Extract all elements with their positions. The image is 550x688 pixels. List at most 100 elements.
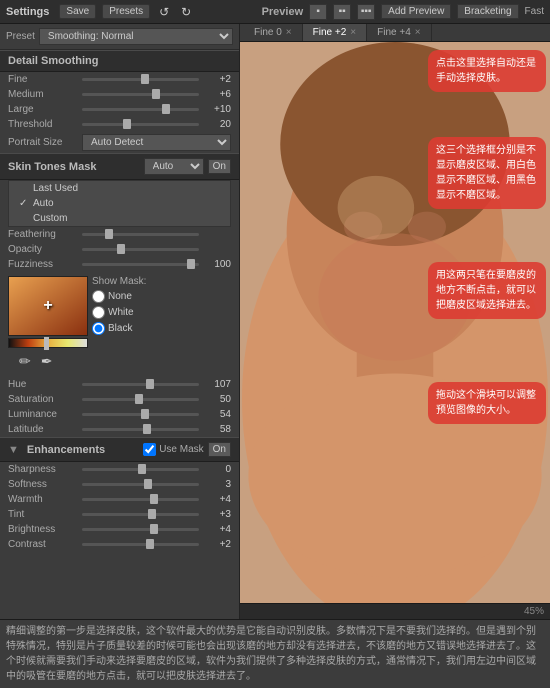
add-preview-button[interactable]: Add Preview [381,4,451,19]
saturation-slider-row: Saturation 50 [0,392,239,407]
save-button[interactable]: Save [59,4,96,19]
luminance-value: 54 [203,409,231,420]
use-mask-checkbox[interactable] [143,443,156,456]
medium-thumb[interactable] [152,89,160,99]
large-thumb[interactable] [162,104,170,114]
single-view-icon[interactable]: ▪ [309,4,327,20]
description-area: 精细调整的第一步是选择皮肤，这个软件最大的优势是它能自动识别皮肤。多数情况下是不… [0,619,550,688]
latitude-thumb[interactable] [143,424,151,434]
softness-value: 3 [203,479,231,490]
mask-none-radio[interactable] [92,290,105,303]
fuzziness-thumb[interactable] [187,259,195,269]
skin-tones-header: Skin Tones Mask Auto On [0,153,239,180]
zoom-bar: 45% [240,603,550,619]
dropdown-last-used[interactable]: Last Used [9,181,230,196]
threshold-slider[interactable] [82,123,199,126]
eyedropper-tool[interactable]: ✏ [16,352,34,371]
opacity-thumb[interactable] [117,244,125,254]
redo-icon[interactable]: ↻ [178,5,194,19]
large-slider[interactable] [82,108,199,111]
dropdown-custom[interactable]: Custom [9,211,230,226]
sharpness-value: 0 [203,464,231,475]
threshold-value: 20 [203,119,231,130]
hue-slider[interactable] [82,383,199,386]
fuzziness-value: 100 [203,259,231,270]
preset-select[interactable]: Smoothing: Normal [39,28,233,45]
color-swatch[interactable]: + [8,276,88,336]
contrast-label: Contrast [8,539,78,550]
dropdown-auto[interactable]: ✓ Auto [9,196,230,211]
mask-white-radio[interactable] [92,306,105,319]
warmth-slider[interactable] [82,498,199,501]
feathering-slider[interactable] [82,233,199,236]
threshold-slider-row: Threshold 20 [0,117,239,132]
mask-black-radio[interactable] [92,322,105,335]
hue-marker[interactable] [44,337,49,350]
tab-close-2[interactable]: × [415,27,421,38]
softness-slider-row: Softness 3 [0,477,239,492]
tint-thumb[interactable] [148,509,156,519]
contrast-thumb[interactable] [146,539,154,549]
tab-fine-0[interactable]: Fine 0 × [244,24,303,41]
fine-thumb[interactable] [141,74,149,84]
hue-gradient[interactable] [8,338,88,348]
skin-tones-select[interactable]: Auto [144,158,204,175]
hue-thumb[interactable] [146,379,154,389]
opacity-slider[interactable] [82,248,199,251]
luminance-slider[interactable] [82,413,199,416]
tab-close-0[interactable]: × [286,27,292,38]
tab-close-1[interactable]: × [350,27,356,38]
preview-toolbar-title: Preview [262,6,304,18]
tools-row: ✏ ✒ [8,350,88,373]
use-mask-label: Use Mask [159,444,203,455]
hue-value: 107 [203,379,231,390]
fuzziness-slider[interactable] [82,263,199,266]
feathering-label: Feathering [8,229,78,240]
feathering-thumb[interactable] [105,229,113,239]
luminance-thumb[interactable] [141,409,149,419]
contrast-slider[interactable] [82,543,199,546]
enhancements-on-button[interactable]: On [208,442,231,457]
undo-icon[interactable]: ↺ [156,5,172,19]
saturation-thumb[interactable] [135,394,143,404]
color-cross-icon: + [43,297,52,315]
fine-label: Fine [8,74,78,85]
latitude-slider[interactable] [82,428,199,431]
split-view-icon[interactable]: ▪▪ [333,4,351,20]
tint-value: +3 [203,509,231,520]
saturation-value: 50 [203,394,231,405]
medium-slider[interactable] [82,93,199,96]
skin-on-button[interactable]: On [208,159,231,174]
tint-slider[interactable] [82,513,199,516]
saturation-label: Saturation [8,394,78,405]
eraser-tool[interactable]: ✒ [38,352,56,371]
softness-thumb[interactable] [144,479,152,489]
opacity-label: Opacity [8,244,78,255]
large-slider-row: Large +10 [0,102,239,117]
large-label: Large [8,104,78,115]
brightness-slider[interactable] [82,528,199,531]
preview-image-area: 点击这里选择自动还是手动选择皮肤。 这三个选择框分别是不显示磨皮区域、用白色显示… [240,42,550,603]
tab-fine-plus2[interactable]: Fine +2 × [303,24,367,41]
softness-slider[interactable] [82,483,199,486]
portrait-size-select[interactable]: Auto Detect [82,134,231,151]
sharpness-thumb[interactable] [138,464,146,474]
threshold-thumb[interactable] [123,119,131,129]
description-text: 精细调整的第一步是选择皮肤，这个软件最大的优势是它能自动识别皮肤。多数情况下是不… [6,626,536,682]
warmth-thumb[interactable] [150,494,158,504]
bracketing-button[interactable]: Bracketing [457,4,518,19]
tint-slider-row: Tint +3 [0,507,239,522]
settings-panel: Preset Smoothing: Normal Detail Smoothin… [0,24,240,619]
fine-slider[interactable] [82,78,199,81]
presets-button[interactable]: Presets [102,4,150,19]
tab-fine-plus4[interactable]: Fine +4 × [367,24,431,41]
portrait-image: 点击这里选择自动还是手动选择皮肤。 这三个选择框分别是不显示磨皮区域、用白色显示… [240,42,550,603]
detail-smoothing-header: Detail Smoothing [0,50,239,72]
preview-tabs: Fine 0 × Fine +2 × Fine +4 × [240,24,550,42]
grid-view-icon[interactable]: ▪▪▪ [357,4,375,20]
sharpness-slider[interactable] [82,468,199,471]
content-row: Preset Smoothing: Normal Detail Smoothin… [0,24,550,619]
show-mask-label: Show Mask: [92,276,231,287]
brightness-thumb[interactable] [150,524,158,534]
saturation-slider[interactable] [82,398,199,401]
